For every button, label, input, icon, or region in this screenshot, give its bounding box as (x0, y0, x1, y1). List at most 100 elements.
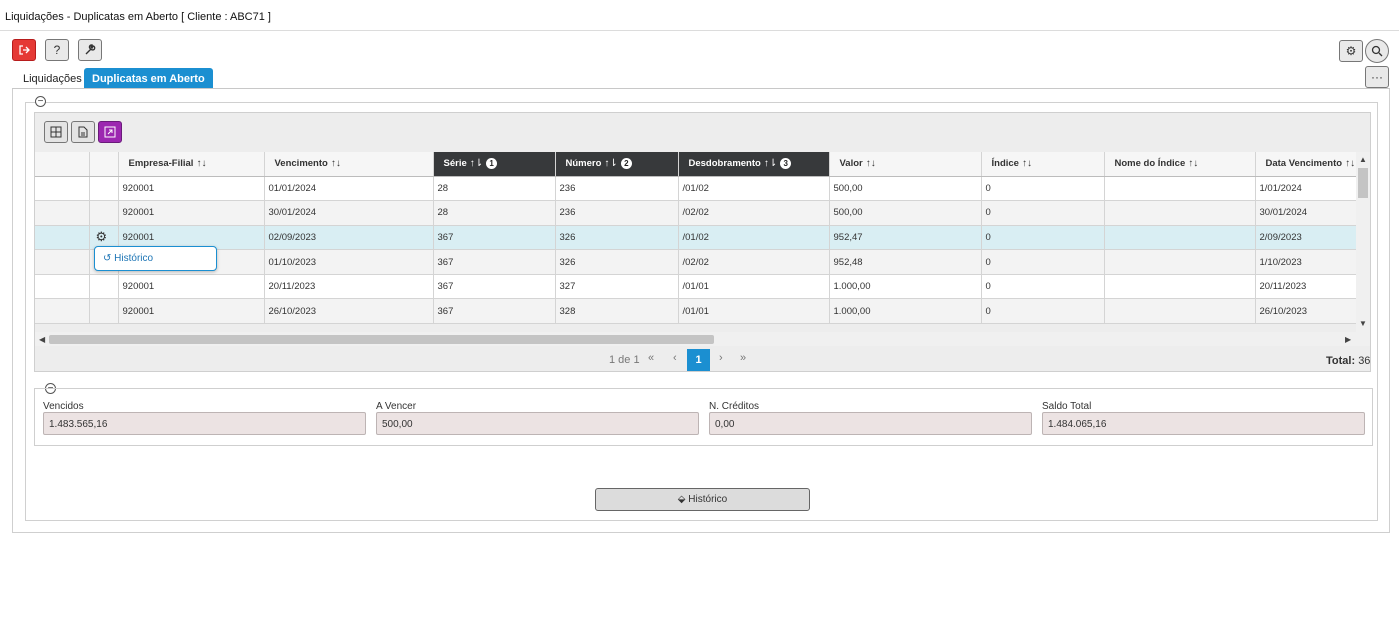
col-header-blank-1 (35, 152, 90, 177)
table-cell: 01/10/2023 (264, 249, 434, 275)
expand-button[interactable] (98, 121, 122, 143)
table-cell: 0 (981, 200, 1105, 226)
table-cell: 367 (433, 298, 556, 325)
total-label: Total: (1326, 355, 1356, 367)
sort-icon: ↑↓ (1188, 158, 1199, 170)
exit-icon (19, 45, 30, 55)
search-icon (1371, 45, 1383, 57)
table-cell (1104, 200, 1256, 226)
col-header-data-vencimento[interactable]: Data Vencimento ↑↓ (1255, 152, 1367, 177)
gear-icon: ⚙ (1345, 44, 1357, 58)
table-cell (35, 176, 90, 202)
table-cell (89, 274, 119, 300)
table-cell: 0 (981, 274, 1105, 300)
export-button[interactable] (71, 121, 95, 143)
tab-duplicatas-em-aberto[interactable]: Duplicatas em Aberto (84, 68, 213, 88)
table-cell (1104, 225, 1256, 251)
grid-layout-button[interactable] (44, 121, 68, 143)
n-creditos-field: 0,00 (709, 412, 1032, 435)
context-menu-historico[interactable]: Histórico (114, 253, 153, 264)
collapse-icon[interactable]: − (35, 96, 46, 107)
grid-icon (50, 126, 62, 138)
table-cell: 01/01/2024 (264, 176, 434, 202)
table-cell: /01/02 (678, 176, 830, 202)
table-cell: 236 (555, 200, 679, 226)
sort-icon: ↑↓ (196, 158, 207, 170)
table-row[interactable]: ⚙ 920001 02/09/2023 367 326/01/02 952,47 0 2/09… (35, 225, 1367, 251)
header-row: Empresa-Filial ↑↓ Vencimento ↑↓ Série ↑⇂ 1 N… (35, 152, 1367, 177)
table-cell: 28 (433, 176, 556, 202)
col-header-desdobramento[interactable]: Desdobramento ↑⇂ 3 (678, 152, 830, 177)
table-cell: 952,47 (829, 225, 982, 251)
total-value: 36 (1358, 355, 1371, 367)
table-cell: 500,00 (829, 200, 982, 226)
table-cell (1104, 298, 1256, 325)
col-header-indice[interactable]: Índice ↑↓ (981, 152, 1105, 177)
table-cell: /01/01 (678, 298, 830, 325)
table-cell (35, 298, 90, 325)
help-button[interactable]: ? (45, 39, 69, 61)
scroll-down-icon[interactable]: ▼ (1359, 319, 1367, 328)
sort-icon: ↑↓ (865, 158, 876, 170)
tools-button[interactable] (78, 39, 102, 61)
table-cell: 920001 (118, 298, 265, 325)
table-cell: 236 (555, 176, 679, 202)
exit-button[interactable] (12, 39, 36, 61)
duplicatas-table: Empresa-Filial ↑↓ Vencimento ↑↓ Série ↑⇂ 1 N… (35, 152, 1367, 325)
table-cell (35, 274, 90, 300)
pager-current-page[interactable]: 1 (687, 349, 710, 371)
row-settings-icon[interactable]: ⚙ (94, 229, 108, 244)
horizontal-scroll-thumb[interactable] (49, 335, 714, 344)
col-header-nome-indice[interactable]: Nome do Índice ↑↓ (1104, 152, 1256, 177)
table-cell: 326 (555, 249, 679, 275)
sort-icon: ↑↓ (1021, 158, 1032, 170)
table-cell: 367 (433, 274, 556, 300)
scroll-up-icon[interactable]: ▲ (1359, 155, 1367, 164)
table-cell: 500,00 (829, 176, 982, 202)
scroll-left-icon[interactable]: ◀ (39, 335, 45, 344)
table-cell: 0 (981, 298, 1105, 325)
tab-liquidacoes[interactable]: Liquidações (15, 68, 90, 88)
saldo-total-label: Saldo Total (1042, 401, 1092, 412)
table-cell: 326 (555, 225, 679, 251)
table-cell: 30/01/2024 (264, 200, 434, 226)
history-icon: ↺ (103, 253, 112, 264)
table-cell: 920001 (118, 176, 265, 202)
sort-asc-icon: ↑⇂ (763, 158, 778, 170)
pager-first-icon[interactable]: « (648, 352, 654, 374)
vertical-scroll-thumb[interactable] (1358, 168, 1368, 198)
col-header-vencimento[interactable]: Vencimento ↑↓ (264, 152, 434, 177)
scroll-right-icon[interactable]: ▶ (1345, 335, 1351, 344)
table-cell: 328 (555, 298, 679, 325)
col-header-numero[interactable]: Número ↑⇂ 2 (555, 152, 679, 177)
pager-last-icon[interactable]: » (740, 352, 746, 374)
col-header-empresa-filial[interactable]: Empresa-Filial ↑↓ (118, 152, 265, 177)
wrench-icon (85, 44, 96, 55)
table-cell: /01/02 (678, 225, 830, 251)
table-row[interactable]: 920001 01/01/2024 28 236/01/02 500,00 0 1/01/2… (35, 176, 1367, 202)
saldo-total-field: 1.484.065,16 (1042, 412, 1365, 435)
col-header-serie[interactable]: Série ↑⇂ 1 (433, 152, 556, 177)
pager-next-icon[interactable]: › (719, 352, 723, 374)
table-cell: 1.000,00 (829, 274, 982, 300)
table-row[interactable]: 01/10/2023 367 326/02/02 952,48 0 1/10/2023 (35, 249, 1367, 275)
pager-prev-icon[interactable]: ‹ (673, 352, 677, 374)
table-row[interactable]: 920001 30/01/2024 28 236/02/02 500,00 0 30/01/… (35, 200, 1367, 226)
col-header-blank-2 (89, 152, 119, 177)
search-button[interactable] (1365, 39, 1389, 63)
table-cell: 02/09/2023 (264, 225, 434, 251)
table-cell: 1/10/2023 (1255, 249, 1367, 275)
historico-button[interactable]: ⬙ Histórico (595, 488, 810, 511)
table-row[interactable]: 920001 26/10/2023 367 328/01/01 1.000,00 0 26/… (35, 298, 1367, 325)
col-header-valor[interactable]: Valor ↑↓ (829, 152, 982, 177)
row-context-menu[interactable]: ↺ Histórico (94, 246, 217, 271)
settings-button[interactable]: ⚙ (1339, 40, 1363, 62)
eraser-icon: ⬙ (677, 494, 686, 505)
table-cell: 20/11/2023 (1255, 274, 1367, 300)
table-row[interactable]: 920001 20/11/2023 367 327/01/01 1.000,00 0 20/… (35, 274, 1367, 300)
table-cell: 28 (433, 200, 556, 226)
table-cell (35, 225, 90, 251)
a-vencer-field: 500,00 (376, 412, 699, 435)
historico-button-label: Histórico (688, 494, 728, 505)
more-button[interactable]: ··· (1365, 66, 1389, 88)
